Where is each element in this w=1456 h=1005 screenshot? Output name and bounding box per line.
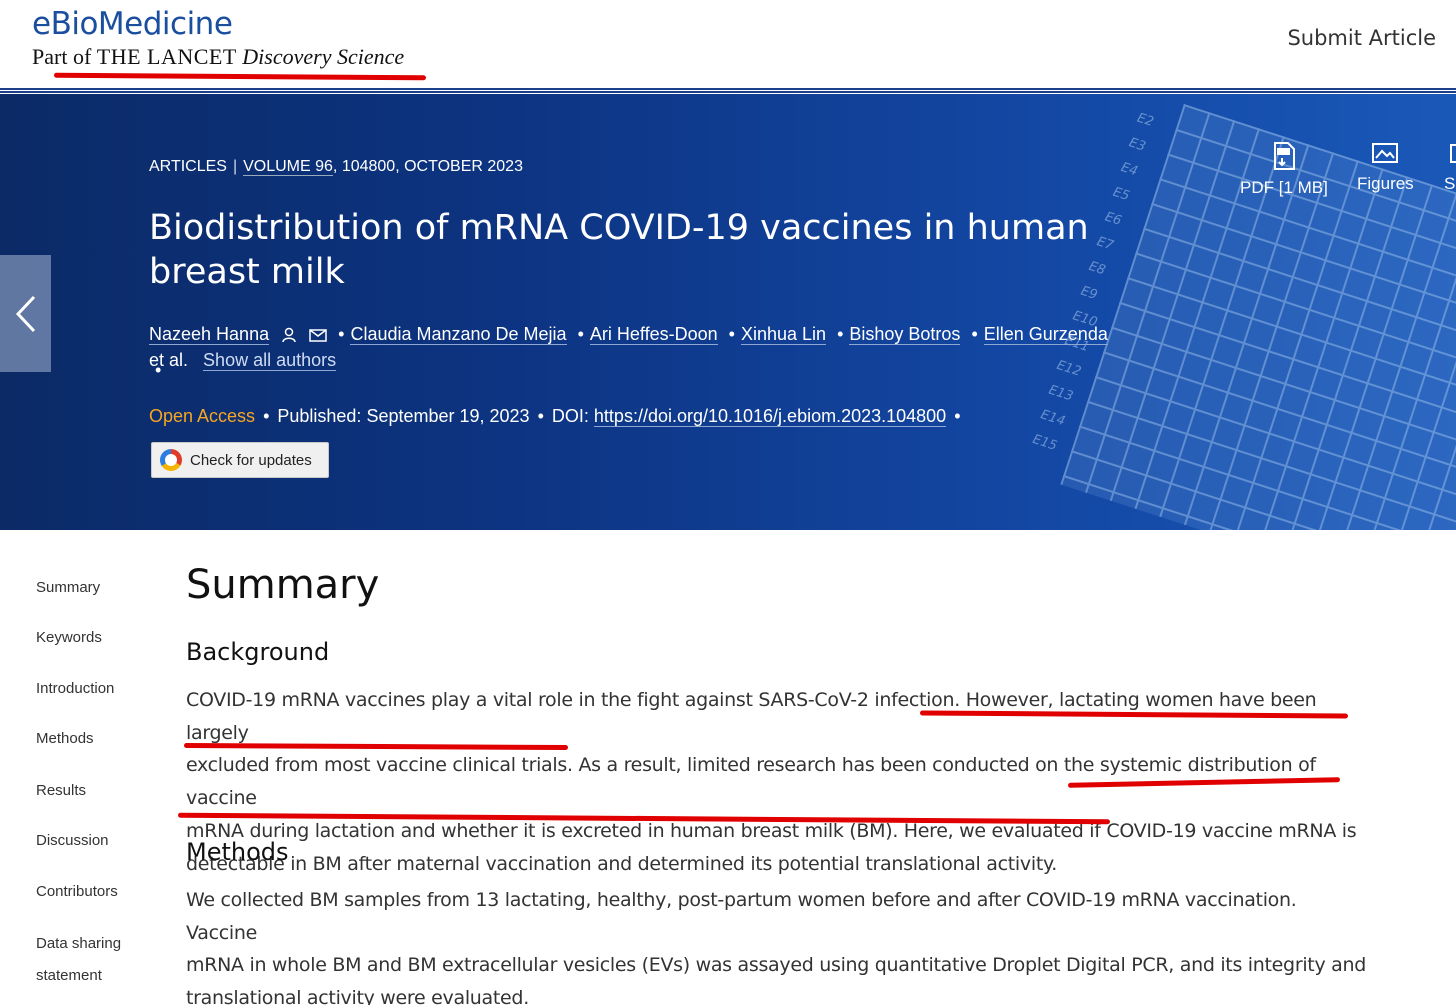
methods-heading: Methods (186, 838, 289, 866)
open-access-badge: Open Access (149, 406, 256, 426)
nav-keywords[interactable]: Keywords (36, 622, 102, 654)
doi-label: DOI: (551, 406, 589, 426)
author-link[interactable]: Bishoy Botros (849, 324, 961, 345)
image-icon (1372, 143, 1399, 163)
share-icon (1450, 144, 1456, 163)
nav-discussion[interactable]: Discussion (36, 825, 109, 857)
hero-label: E15 (1030, 432, 1059, 454)
share-label: S (1444, 174, 1456, 193)
submit-article-link[interactable]: Submit Article (1287, 26, 1436, 50)
text-line: mRNA in whole BM and BM extracellular ve… (186, 954, 1366, 977)
share-button[interactable]: S (1444, 142, 1456, 194)
pdf-label: PDF [1 MB] (1240, 178, 1328, 197)
nav-introduction[interactable]: Introduction (36, 673, 114, 705)
volume-link[interactable]: VOLUME 96 (243, 158, 333, 176)
issue-info: , 104800, OCTOBER 2023 (332, 158, 523, 175)
author-link[interactable]: Ellen Gurzenda (983, 324, 1108, 345)
pdf-icon (1273, 142, 1295, 170)
previous-article-button[interactable] (0, 255, 51, 372)
et-al-row: et al. Show all authors (149, 350, 337, 371)
journal-logo[interactable]: eBioMedicine Part of THE LANCET Discover… (32, 6, 404, 70)
chevron-left-icon (15, 295, 35, 332)
author-link[interactable]: Xinhua Lin (740, 324, 827, 345)
author-link[interactable]: Ari Heffes-Doon (589, 324, 718, 345)
published-label: Published: (277, 406, 362, 426)
show-all-authors-link[interactable]: Show all authors (203, 350, 337, 371)
article-title: Biodistribution of mRNA COVID-19 vaccine… (149, 208, 1089, 292)
background-heading: Background (186, 638, 330, 666)
text-line: detectable in BM after maternal vaccinat… (186, 852, 1057, 875)
nav-results[interactable]: Results (36, 775, 86, 807)
nav-methods[interactable]: Methods (36, 723, 94, 755)
crossmark-icon (160, 449, 182, 471)
brand-name: eBioMedicine (32, 6, 233, 42)
article-type[interactable]: ARTICLES (149, 158, 227, 175)
check-for-updates-button[interactable]: Check for updates (151, 442, 329, 478)
check-updates-label: Check for updates (190, 451, 312, 469)
figures-button[interactable]: Figures (1357, 142, 1414, 194)
nav-summary[interactable]: Summary (36, 572, 100, 604)
doi-link[interactable]: https://doi.org/10.1016/j.ebiom.2023.104… (593, 406, 947, 427)
author-link[interactable]: Claudia Manzano De Mejia (350, 324, 567, 345)
published-date: September 19, 2023 (366, 406, 530, 426)
person-icon[interactable] (282, 327, 296, 343)
article-hero: E2 E3 E4 E5 E6 E7 E8 E9 E10 E11 E12 E13 … (0, 94, 1456, 530)
methods-text: We collected BM samples from 13 lactatin… (186, 884, 1366, 1005)
hero-label: E4 (1119, 160, 1140, 180)
hero-label: E2 (1135, 110, 1156, 130)
author-link[interactable]: Nazeeh Hanna (149, 324, 270, 345)
text-line: translational activity were evaluated. (186, 987, 529, 1005)
article-breadcrumb: ARTICLES | VOLUME 96, 104800, OCTOBER 2023 (149, 158, 523, 176)
hero-label: E14 (1038, 407, 1067, 430)
nav-data-sharing-cont[interactable]: statement (36, 960, 102, 992)
text-line: We collected BM samples from 13 lactatin… (186, 889, 1297, 944)
mail-icon[interactable] (309, 329, 327, 342)
summary-heading: Summary (186, 562, 380, 608)
brand-subtitle: Part of THE LANCET Discovery Science (32, 44, 404, 70)
pdf-download-button[interactable]: PDF [1 MB] (1240, 142, 1328, 198)
brand-sub-lancet: THE LANCET (96, 44, 237, 69)
et-al: et al. (149, 350, 189, 370)
header-divider (0, 91, 1456, 93)
article-meta: Open Access • Published: September 19, 202… (149, 406, 961, 427)
hero-label: E3 (1127, 135, 1148, 155)
brand-sub-discovery: Discovery Science (242, 44, 405, 69)
hero-label: E5 (1110, 184, 1132, 205)
figures-label: Figures (1357, 174, 1414, 193)
header-divider (0, 88, 1456, 90)
brand-sub-prefix: Part of (32, 44, 92, 69)
nav-data-sharing[interactable]: Data sharing (36, 928, 121, 960)
nav-contributors[interactable]: Contributors (36, 876, 118, 908)
